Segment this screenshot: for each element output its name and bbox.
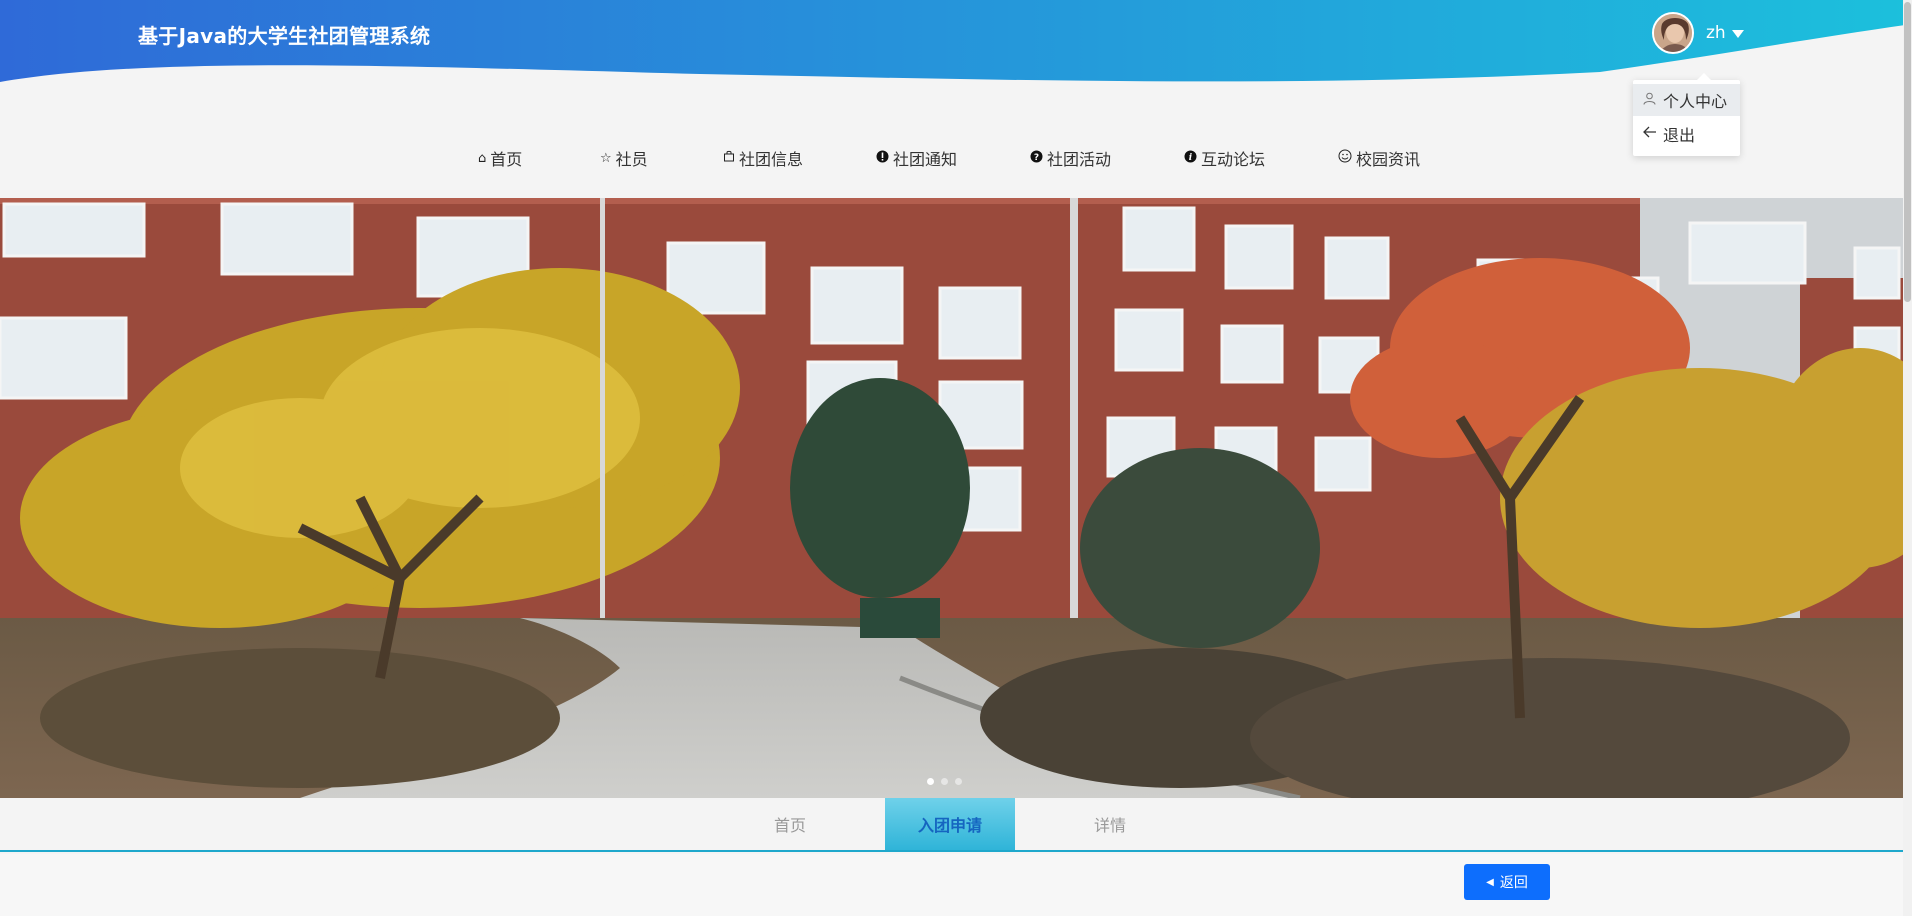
home-icon: ⌂ — [478, 150, 487, 166]
info-icon: i — [1184, 150, 1197, 167]
nav-item-activities[interactable]: ? 社团活动 — [1030, 146, 1111, 170]
question-icon: ? — [1030, 150, 1043, 167]
tab-label: 首页 — [773, 816, 806, 835]
nav-item-forum[interactable]: i 互动论坛 — [1184, 146, 1265, 170]
exclamation-icon — [876, 150, 889, 167]
username[interactable]: zh — [1706, 23, 1726, 43]
scrollbar-thumb[interactable] — [1904, 2, 1911, 302]
star-icon: ☆ — [600, 150, 612, 166]
carousel-image — [0, 198, 1903, 798]
nav-item-news[interactable]: 校园资讯 — [1338, 146, 1420, 170]
page: 基于Java的大学生社团管理系统 zh 个人中心 退出 ⌂ 首页 ☆ 社员 社团… — [0, 0, 1912, 916]
back-button-label: 返回 — [1499, 875, 1528, 891]
avatar[interactable] — [1652, 12, 1694, 54]
nav-item-label: 社团通知 — [893, 150, 958, 169]
smile-icon — [1338, 149, 1352, 167]
main-nav: ⌂ 首页 ☆ 社员 社团信息 社团通知 ? 社团活动 i 互动论坛 校园资讯 — [0, 136, 1912, 180]
nav-item-notices[interactable]: 社团通知 — [876, 146, 957, 170]
nav-item-club-info[interactable]: 社团信息 — [723, 146, 803, 170]
site-title[interactable]: 基于Java的大学生社团管理系统 — [138, 20, 430, 49]
nav-item-label: 社员 — [615, 150, 648, 169]
svg-text:?: ? — [1034, 153, 1039, 163]
menu-item-label: 个人中心 — [1663, 92, 1728, 111]
caret-down-icon[interactable] — [1731, 30, 1744, 38]
tab-label: 详情 — [1093, 816, 1126, 835]
nav-item-label: 首页 — [490, 150, 523, 169]
carousel-indicators — [927, 778, 969, 785]
header: 基于Java的大学生社团管理系统 zh — [0, 0, 1912, 92]
tab-home[interactable]: 首页 — [725, 798, 855, 850]
tab-details[interactable]: 详情 — [1045, 798, 1175, 850]
user-icon — [1643, 92, 1663, 109]
nav-item-label: 社团信息 — [739, 150, 804, 169]
carousel-dot[interactable] — [955, 778, 962, 785]
scrollbar[interactable] — [1903, 0, 1912, 916]
user-menu-toggle[interactable]: zh — [1652, 12, 1744, 54]
nav-item-label: 互动论坛 — [1201, 150, 1266, 169]
carousel[interactable] — [0, 198, 1903, 798]
back-button[interactable]: ◀ 返回 — [1464, 864, 1550, 900]
menu-item-profile[interactable]: 个人中心 — [1633, 84, 1740, 116]
carousel-dot[interactable] — [941, 778, 948, 785]
tab-label: 入团申请 — [917, 816, 982, 835]
caret-left-icon: ◀ — [1486, 876, 1494, 888]
bag-icon — [723, 150, 735, 166]
nav-item-home[interactable]: ⌂ 首页 — [478, 146, 522, 170]
breadcrumb-tabs: 首页 入团申请 详情 — [0, 798, 1903, 852]
carousel-dot[interactable] — [927, 778, 934, 785]
content-area — [0, 854, 1903, 916]
nav-item-label: 校园资讯 — [1356, 150, 1421, 169]
tab-join-application[interactable]: 入团申请 — [885, 798, 1015, 850]
nav-item-members[interactable]: ☆ 社员 — [600, 146, 648, 170]
avatar-image — [1654, 14, 1692, 52]
svg-text:i: i — [1189, 153, 1193, 163]
nav-item-label: 社团活动 — [1047, 150, 1112, 169]
